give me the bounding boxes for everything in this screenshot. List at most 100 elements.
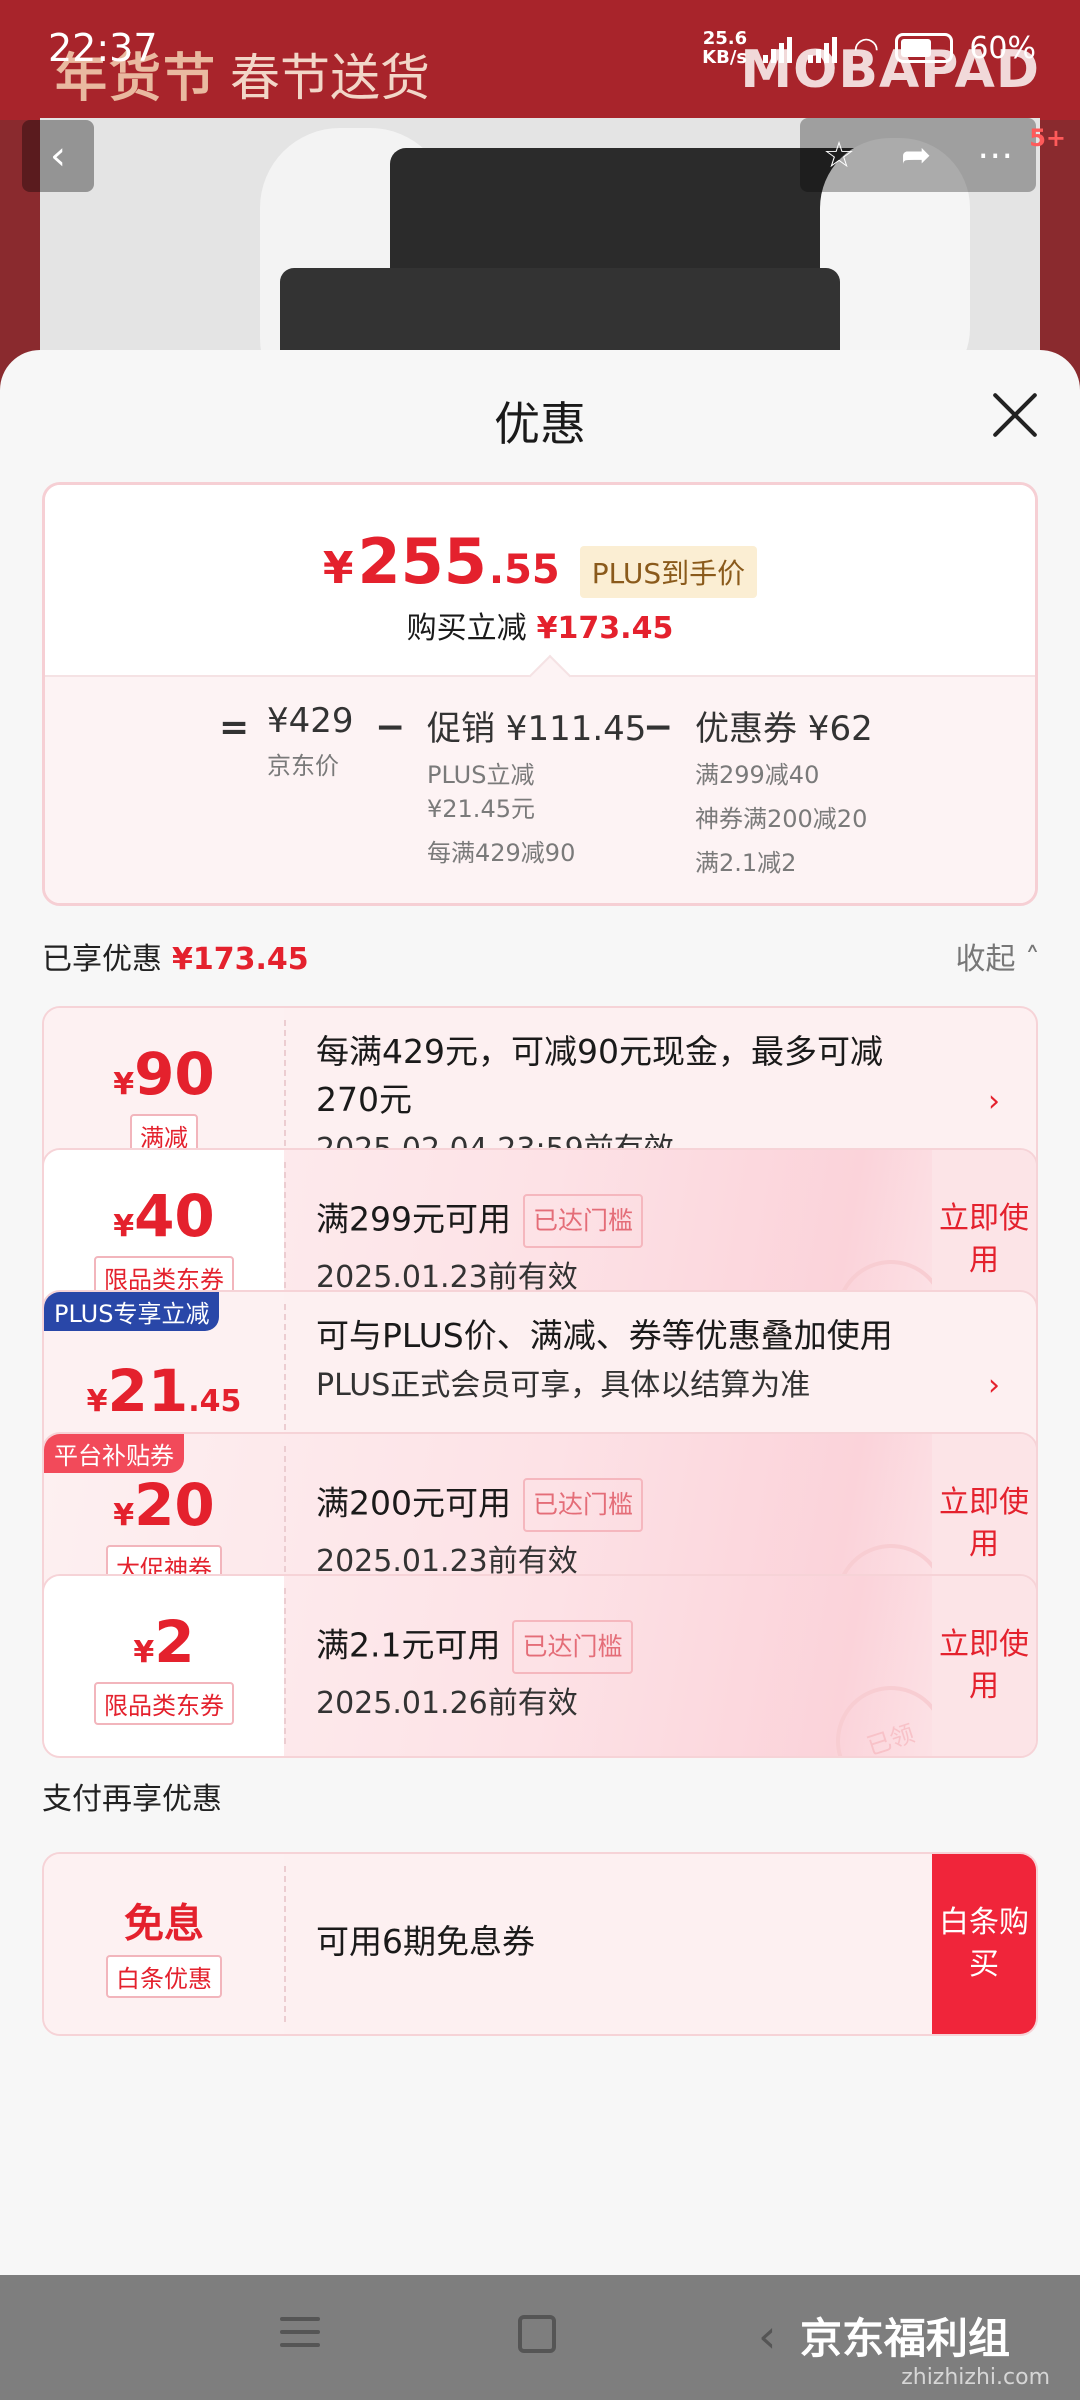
signal-icon bbox=[808, 33, 838, 63]
price-summary: ¥ 255 .55 PLUS到手价 购买立减 ¥173.45 = ¥429 京东价… bbox=[42, 482, 1038, 906]
price-breakdown: = ¥429 京东价 − 促销 ¥111.45 PLUS立减 ¥21.45元 每… bbox=[45, 675, 1035, 903]
coupon-validity: 2025.01.26前有效 bbox=[316, 1686, 578, 1721]
threshold-met-badge: 已达门槛 bbox=[512, 1620, 633, 1674]
use-now-button[interactable]: 立即使用 bbox=[932, 1576, 1036, 1756]
equals-sign: = bbox=[219, 707, 250, 748]
coupon-value: 2 bbox=[154, 1607, 195, 1676]
status-time: 22:37 bbox=[48, 26, 158, 70]
wifi-icon: ◠ bbox=[853, 30, 880, 66]
coupon-total: 优惠券 ¥62 bbox=[695, 709, 873, 749]
coupon-divider bbox=[284, 1588, 286, 1744]
promo-item: ¥21.45元 bbox=[427, 795, 535, 823]
share-icon[interactable]: ➦ bbox=[901, 135, 931, 176]
threshold-met-badge: 已达门槛 bbox=[523, 1194, 644, 1248]
battery-icon bbox=[895, 33, 954, 63]
coupon-title: 可与PLUS价、满减、券等优惠叠加使用 bbox=[316, 1316, 893, 1355]
coupon-item: 神券满200减20 bbox=[695, 805, 868, 833]
top-actions: ☆ ➦ ⋯ bbox=[800, 118, 1036, 192]
enjoyed-amount: ¥173.45 bbox=[172, 942, 309, 977]
enjoyed-label: 已享优惠 bbox=[42, 942, 162, 977]
promo-column: 促销 ¥111.45 PLUS立减 ¥21.45元 每满429减90 bbox=[427, 701, 646, 870]
network-speed-value: 25.6 bbox=[702, 28, 748, 49]
promo-item: PLUS立减 bbox=[427, 761, 535, 789]
coupon-value-decimal: .45 bbox=[188, 1384, 242, 1419]
watermark-url: zhizhizhi.com bbox=[901, 2365, 1050, 2390]
final-price: ¥ 255 .55 PLUS到手价 bbox=[45, 525, 1035, 598]
more-icon[interactable]: ⋯ bbox=[977, 135, 1013, 176]
signal-icon bbox=[763, 33, 793, 63]
coupon-divider bbox=[284, 1866, 286, 2022]
minus-sign: − bbox=[643, 707, 674, 748]
coupon-title: 每满429元，可减90元现金，最多可减270元 bbox=[316, 1032, 883, 1119]
close-icon[interactable] bbox=[990, 390, 1040, 440]
coupon-title: 满299元可用 bbox=[316, 1199, 511, 1239]
coupon-body: 满2.1元可用 已达门槛 2025.01.26前有效 bbox=[316, 1620, 916, 1722]
chevron-right-icon[interactable]: › bbox=[988, 1368, 1000, 1403]
coupon-item: 满299减40 bbox=[695, 761, 820, 789]
final-price-decimal: .55 bbox=[488, 547, 560, 593]
jd-price: ¥429 bbox=[267, 701, 354, 741]
jd-price-column: ¥429 京东价 bbox=[267, 701, 354, 783]
coupon-amount: ¥90 bbox=[113, 1040, 215, 1108]
saved-line: 购买立减 ¥173.45 bbox=[45, 603, 1035, 647]
back-nav-icon[interactable]: ‹ bbox=[758, 2309, 776, 2363]
pay-offer-kind: 白条优惠 bbox=[106, 1954, 222, 1998]
star-icon[interactable]: ☆ bbox=[823, 135, 855, 176]
chevron-right-icon[interactable]: › bbox=[988, 1084, 1000, 1119]
network-speed-unit: KB/s bbox=[702, 47, 748, 68]
watermark-text: 京东福利组 bbox=[800, 2314, 1011, 2363]
coupon-validity: PLUS正式会员可享，具体以结算为准 bbox=[316, 1368, 811, 1403]
battery-percent: 60% bbox=[969, 30, 1036, 66]
plus-price-tag: PLUS到手价 bbox=[579, 546, 758, 598]
status-icons: 25.6 KB/s ◠ 60% bbox=[702, 29, 1036, 67]
final-price-integer: 255 bbox=[357, 525, 487, 598]
coupon-item: 满2.1减2 bbox=[695, 849, 797, 877]
collapse-label: 收起 bbox=[955, 942, 1016, 977]
coupon-yen: ¥ bbox=[113, 1208, 135, 1244]
coupon-amount: ¥2 bbox=[133, 1608, 194, 1676]
final-price-yen: ¥ bbox=[322, 543, 354, 594]
threshold-met-badge: 已达门槛 bbox=[523, 1478, 644, 1532]
sheet-header: 优惠 bbox=[0, 350, 1080, 478]
coupon-value: 90 bbox=[134, 1039, 215, 1108]
menu-icon[interactable] bbox=[280, 2317, 320, 2351]
jd-price-label: 京东价 bbox=[267, 752, 339, 780]
coupon-amount-block: ¥2 限品类东券 bbox=[44, 1576, 284, 1756]
coupon-card: ¥2 限品类东券 满2.1元可用 已达门槛 2025.01.26前有效 已领 立即… bbox=[42, 1574, 1038, 1758]
promo-item: 每满429减90 bbox=[427, 839, 576, 867]
coupon-value: 20 bbox=[134, 1470, 215, 1539]
coupon-column: 优惠券 ¥62 满299减40 神券满200减20 满2.1减2 bbox=[695, 701, 873, 880]
coupon-title: 满2.1元可用 bbox=[316, 1625, 501, 1665]
coupon-yen: ¥ bbox=[113, 1066, 135, 1102]
sheet-title: 优惠 bbox=[494, 397, 586, 451]
pay-offer-title-block: 免息 白条优惠 bbox=[44, 1854, 284, 2034]
baitiao-buy-button[interactable]: 白条购买 bbox=[932, 1854, 1036, 2034]
home-icon[interactable] bbox=[518, 2315, 556, 2353]
discount-sheet: 优惠 ¥ 255 .55 PLUS到手价 购买立减 ¥173.45 = ¥429 … bbox=[0, 350, 1080, 2400]
chevron-up-icon: ˄ bbox=[1025, 942, 1040, 977]
status-bar: 22:37 25.6 KB/s ◠ 60% bbox=[0, 0, 1080, 96]
saved-label: 购买立减 bbox=[406, 611, 527, 646]
coupon-body: 满299元可用 已达门槛 2025.01.23前有效 bbox=[316, 1194, 916, 1296]
coupon-amount: ¥40 bbox=[113, 1182, 215, 1250]
coupon-yen: ¥ bbox=[86, 1384, 108, 1419]
collapse-toggle[interactable]: 收起 ˄ bbox=[955, 934, 1040, 978]
coupon-body: 每满429元，可减90元现金，最多可减270元 2025.02.04 23:59… bbox=[316, 1028, 916, 1168]
enjoyed-discount-row: 已享优惠 ¥173.45 bbox=[42, 934, 309, 978]
coupon-details: 满299减40 神券满200减20 满2.1减2 bbox=[695, 758, 873, 880]
pay-offer-body: 可用6期免息券 bbox=[316, 1918, 916, 1966]
back-icon[interactable]: ‹ bbox=[22, 120, 94, 192]
promo-total: 促销 ¥111.45 bbox=[427, 709, 647, 749]
interest-free-title: 免息 bbox=[124, 1900, 204, 1947]
price-summary-top: ¥ 255 .55 PLUS到手价 购买立减 ¥173.45 bbox=[45, 485, 1035, 675]
pay-section-label: 支付再享优惠 bbox=[42, 1782, 222, 1817]
system-nav-bar: ‹ 京东福利组 zhizhizhi.com bbox=[0, 2275, 1080, 2400]
coupon-amount: ¥21.45 bbox=[87, 1357, 242, 1425]
final-price-number: ¥ 255 .55 bbox=[323, 525, 560, 598]
coupon-body: 可与PLUS价、满减、券等优惠叠加使用 PLUS正式会员可享，具体以结算为准 bbox=[316, 1312, 916, 1404]
coupon-value: 21 bbox=[107, 1357, 189, 1425]
network-speed: 25.6 KB/s bbox=[702, 29, 747, 67]
coupon-value: 40 bbox=[134, 1181, 215, 1250]
coupon-title: 满200元可用 bbox=[316, 1483, 511, 1523]
pay-offer-title: 可用6期免息券 bbox=[316, 1922, 535, 1961]
